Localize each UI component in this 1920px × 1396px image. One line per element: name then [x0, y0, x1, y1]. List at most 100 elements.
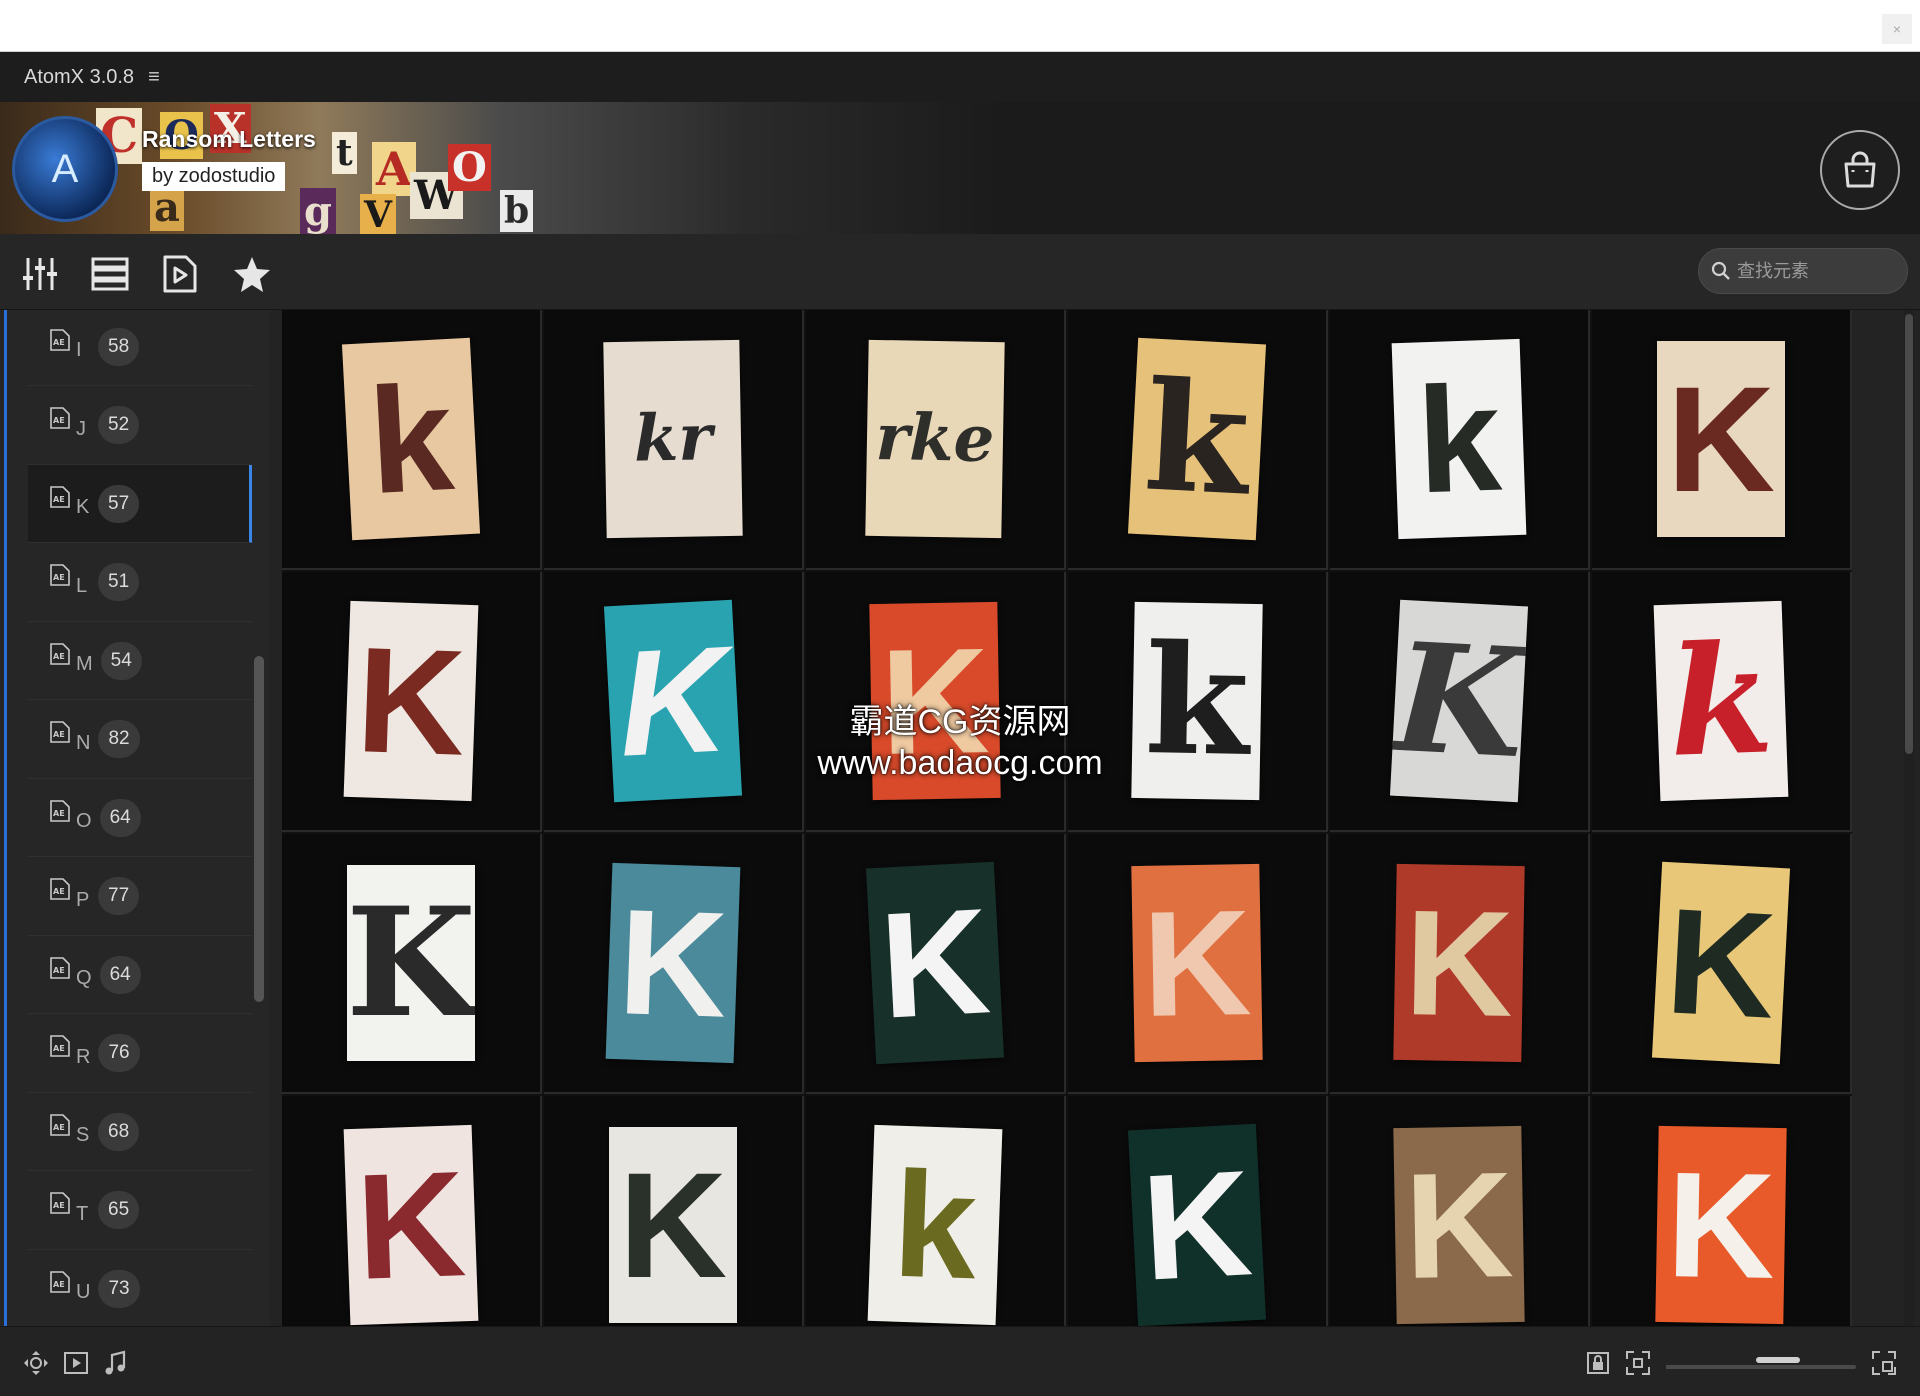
- asset-thumbnail[interactable]: k: [1068, 310, 1328, 570]
- asset-thumbnail[interactable]: K: [544, 572, 804, 832]
- letter-glyph: k: [890, 1139, 980, 1311]
- asset-thumbnail[interactable]: K: [1330, 1096, 1590, 1326]
- letter-cutout-image: K: [1393, 863, 1525, 1063]
- letter-glyph: K: [615, 877, 731, 1049]
- svg-text:AE: AE: [53, 1123, 65, 1132]
- asset-thumbnail[interactable]: K: [1592, 834, 1852, 1094]
- atomx-logo: A: [12, 116, 118, 222]
- sidebar-item-count: 57: [98, 484, 140, 523]
- sidebar-item-n[interactable]: AE N 82: [28, 701, 252, 779]
- sidebar-item-m[interactable]: AE M 54: [28, 622, 252, 700]
- svg-text:AE: AE: [53, 1280, 65, 1289]
- svg-text:AE: AE: [53, 1201, 65, 1210]
- zoom-slider-track[interactable]: [1666, 1365, 1856, 1369]
- letter-cutout-image: k: [1653, 600, 1789, 802]
- sidebar-item-o[interactable]: AE O 64: [28, 779, 252, 857]
- sidebar-item-l[interactable]: AE L 51: [28, 544, 252, 622]
- sidebar-item-q[interactable]: AE Q 64: [28, 936, 252, 1014]
- sidebar-accent-line: [4, 310, 7, 1326]
- sidebar-item-i[interactable]: AE I 58: [28, 310, 252, 386]
- list-icon[interactable]: [90, 254, 130, 294]
- asset-thumbnail[interactable]: K: [544, 834, 804, 1094]
- sidebar-item-t[interactable]: AE T 65: [28, 1172, 252, 1250]
- sidebar-item-p[interactable]: AE P 77: [28, 858, 252, 936]
- svg-text:AE: AE: [53, 416, 65, 425]
- grid-scrollbar-thumb[interactable]: [1905, 314, 1913, 754]
- asset-thumbnail[interactable]: K: [1592, 310, 1852, 570]
- video-icon[interactable]: [62, 1349, 90, 1377]
- search-input[interactable]: [1737, 260, 1887, 282]
- asset-thumbnail[interactable]: k: [1330, 310, 1590, 570]
- pack-author[interactable]: by zodostudio: [142, 162, 286, 191]
- star-icon[interactable]: [232, 254, 272, 294]
- sidebar-item-j[interactable]: AE J 52: [28, 387, 252, 465]
- sidebar-item-count: 77: [98, 877, 140, 915]
- fullscreen-icon[interactable]: [1870, 1349, 1898, 1377]
- hamburger-menu-icon[interactable]: ≡: [148, 66, 160, 89]
- search-icon: [1711, 261, 1730, 280]
- window-close-button[interactable]: ×: [1882, 14, 1912, 44]
- sidebar-scrollbar[interactable]: [254, 656, 264, 1002]
- asset-thumbnail[interactable]: K: [282, 834, 542, 1094]
- sidebar-item-s[interactable]: AE S 68: [28, 1093, 252, 1171]
- zoom-slider-thumb[interactable]: [1756, 1357, 1800, 1363]
- letter-cutout-image: K: [1127, 1123, 1267, 1326]
- search-box[interactable]: [1698, 248, 1908, 294]
- asset-thumbnail[interactable]: K: [1068, 1096, 1328, 1326]
- watermark-line-1: 霸道CG资源网: [849, 703, 1071, 741]
- collage-letter: V: [360, 194, 396, 234]
- pack-title: Ransom Letters: [142, 126, 316, 152]
- store-button[interactable]: [1820, 130, 1900, 210]
- letter-glyph: K: [347, 875, 475, 1051]
- sidebar-item-u[interactable]: AE U 73: [28, 1250, 252, 1326]
- letter-cutout-image: K: [1657, 341, 1785, 537]
- sidebar-item-letter: Q: [76, 967, 92, 989]
- sliders-icon[interactable]: [20, 254, 60, 294]
- letter-glyph: k: [364, 352, 458, 526]
- letter-glyph: k: [1140, 348, 1254, 530]
- asset-thumbnail[interactable]: rke: [806, 310, 1066, 570]
- letter-cutout-image: k: [1391, 338, 1527, 540]
- sidebar-item-count: 64: [99, 955, 141, 994]
- sidebar-item-count: 82: [98, 720, 140, 758]
- lock-icon[interactable]: [1584, 1349, 1612, 1377]
- asset-thumbnail[interactable]: K: [806, 834, 1066, 1094]
- asset-thumbnail[interactable]: K: [282, 572, 542, 832]
- play-file-icon[interactable]: [160, 254, 200, 294]
- asset-thumbnail[interactable]: K: [1068, 834, 1328, 1094]
- ae-file-icon: AE: [50, 642, 70, 665]
- letter-glyph: K: [1666, 355, 1776, 523]
- asset-thumbnail[interactable]: kr: [544, 310, 804, 570]
- sidebar-item-letter: M: [76, 653, 93, 675]
- letter-cutout-image: K: [347, 865, 475, 1061]
- collage-letter: g: [300, 188, 336, 234]
- ae-file-icon: AE: [50, 1270, 70, 1293]
- asset-thumbnail[interactable]: K: [1330, 572, 1590, 832]
- host-window-strip: ×: [0, 0, 1920, 52]
- fit-icon[interactable]: [1624, 1349, 1652, 1377]
- move-icon[interactable]: [22, 1349, 50, 1377]
- sidebar-item-letter: O: [76, 810, 92, 832]
- asset-thumbnail[interactable]: k: [806, 1096, 1066, 1326]
- asset-grid: k kr rke k k K K K Kk Kk K K K K K K K Kk K K K: [282, 310, 1852, 1326]
- sidebar-item-r[interactable]: AE R 76: [28, 1015, 252, 1093]
- collage-letter: a: [150, 184, 184, 231]
- svg-text:AE: AE: [53, 809, 65, 818]
- letter-cutout-image: k: [867, 1124, 1003, 1326]
- asset-thumbnail[interactable]: k: [282, 310, 542, 570]
- asset-thumbnail[interactable]: K: [1330, 834, 1590, 1094]
- asset-thumbnail[interactable]: K: [1592, 1096, 1852, 1326]
- atom-logo-icon: A: [51, 146, 79, 191]
- collage-letter: O: [448, 144, 491, 191]
- ae-file-icon: AE: [50, 328, 70, 351]
- letter-glyph: kr: [633, 400, 713, 477]
- music-icon[interactable]: [102, 1349, 130, 1377]
- sidebar-item-k[interactable]: AE K 57: [28, 465, 252, 543]
- asset-thumbnail[interactable]: K: [544, 1096, 804, 1326]
- asset-thumbnail[interactable]: K: [282, 1096, 542, 1326]
- letter-glyph: K: [1665, 1140, 1777, 1310]
- asset-thumbnail[interactable]: k: [1592, 572, 1852, 832]
- letter-glyph: k: [1414, 353, 1504, 525]
- letter-cutout-image: K: [1655, 1125, 1787, 1325]
- letter-glyph: K: [353, 615, 469, 787]
